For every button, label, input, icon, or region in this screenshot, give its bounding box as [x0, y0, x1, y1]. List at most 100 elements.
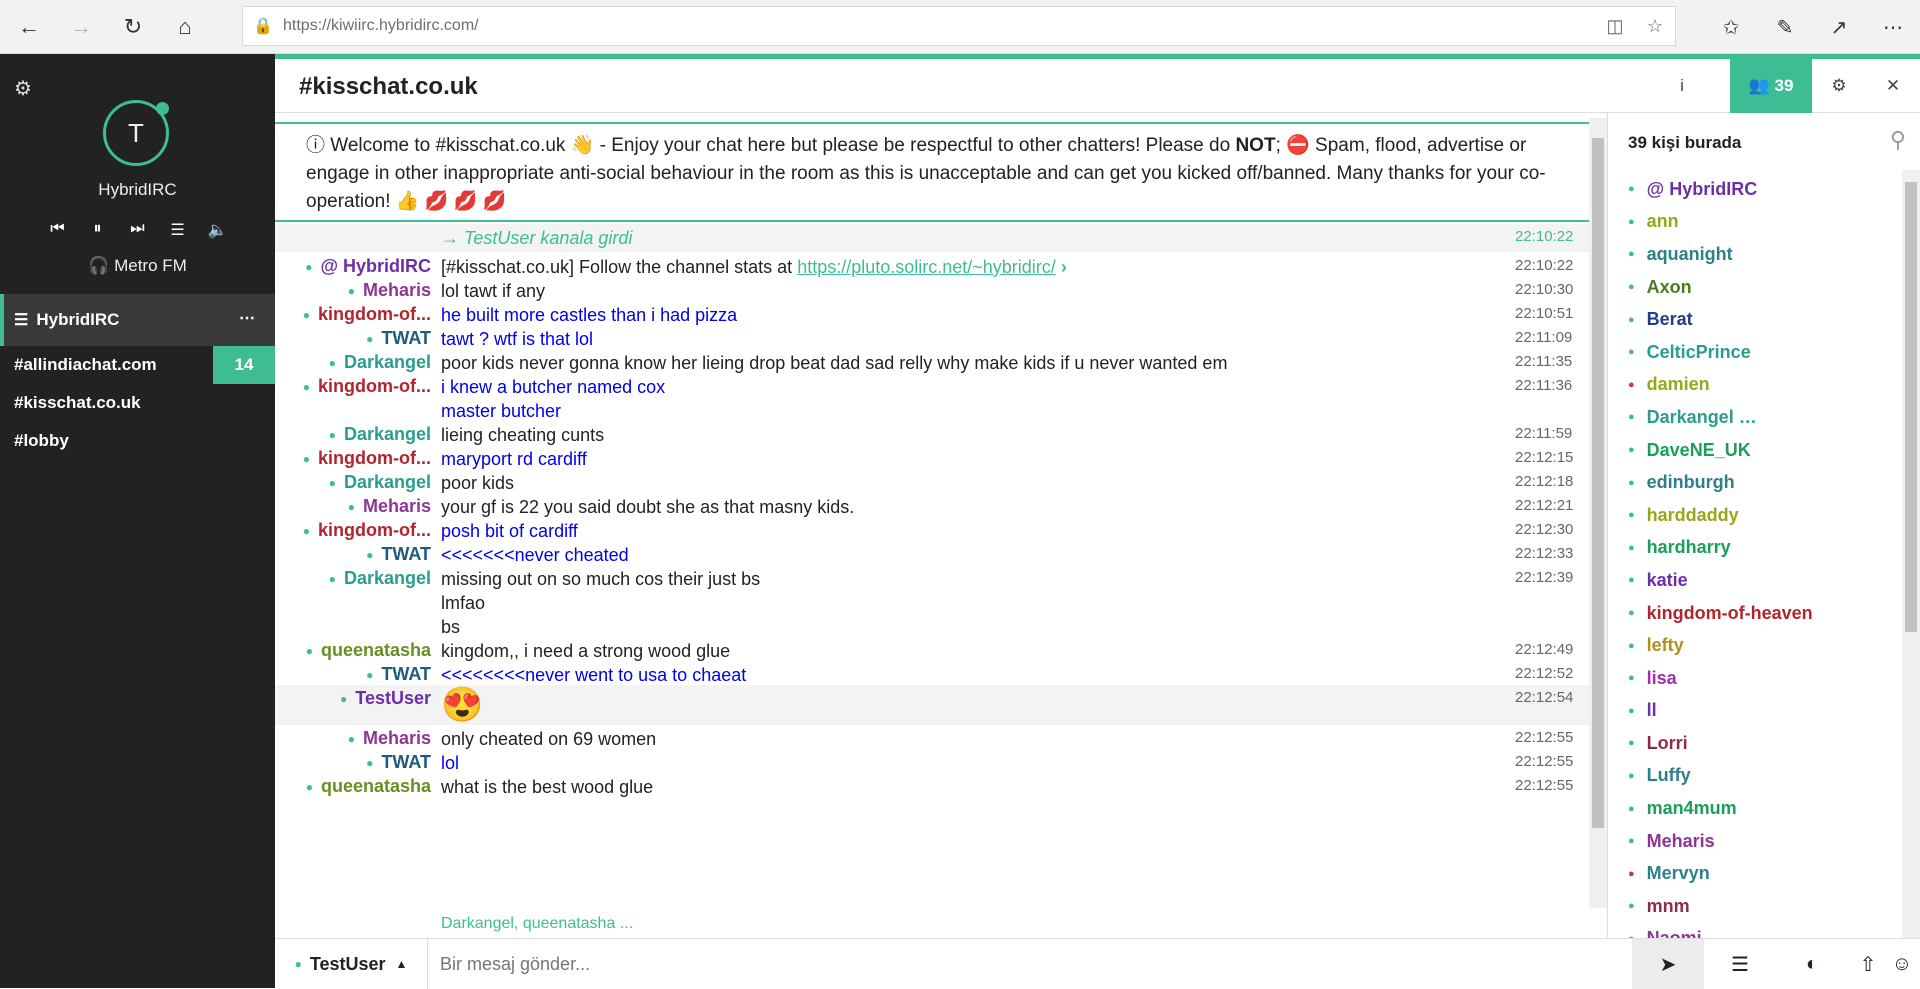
message-nick[interactable]: ● queenatasha: [275, 776, 431, 797]
channel-item-allindiachat[interactable]: #allindiachat.com 14: [0, 346, 275, 384]
playlist-icon[interactable]: ☰: [167, 220, 189, 240]
message-nick[interactable]: ● TWAT: [275, 664, 431, 685]
user-list-item[interactable]: ● Luffy: [1608, 760, 1908, 793]
message-nick[interactable]: ● Darkangel: [275, 472, 431, 493]
favorite-star-icon[interactable]: ☆: [1635, 16, 1675, 37]
favorites-icon[interactable]: ✩: [1704, 15, 1758, 40]
user-list-item[interactable]: ● hardharry: [1608, 532, 1908, 565]
message-nick[interactable]: ● TWAT: [275, 544, 431, 565]
channel-settings-gear-icon[interactable]: ⚙: [1812, 59, 1866, 113]
userlist-toggle-button[interactable]: 👥 39: [1730, 59, 1812, 113]
nick-status-dot: ●: [305, 780, 313, 795]
contrast-icon[interactable]: ◐: [1776, 939, 1848, 989]
send-icon[interactable]: ➤: [1632, 939, 1704, 989]
address-bar[interactable]: 🔒 https://kiwiirc.hybridirc.com/ ◫ ☆: [242, 6, 1676, 46]
message-scrollbar[interactable]: [1589, 118, 1607, 908]
user-list-item[interactable]: ● Axon: [1608, 271, 1908, 304]
user-status-dot: ●: [1628, 509, 1635, 522]
message-nick[interactable]: ● Darkangel: [275, 568, 431, 589]
network-row[interactable]: ☰ HybridIRC ⋯: [0, 294, 275, 346]
message-nick[interactable]: ● kingdom-of...: [275, 304, 431, 325]
message-nick[interactable]: ● TWAT: [275, 328, 431, 349]
menu-icon[interactable]: ☰: [1704, 939, 1776, 989]
user-list-item[interactable]: ● harddaddy: [1608, 499, 1908, 532]
back-icon[interactable]: ←: [6, 4, 52, 50]
topic-text-bold: NOT: [1235, 135, 1276, 156]
lock-icon: 🔒: [253, 18, 273, 35]
channel-item-kisschat[interactable]: #kisschat.co.uk: [0, 384, 275, 422]
message-nick[interactable]: ● TestUser: [275, 688, 431, 709]
user-status-dot: ●: [1628, 541, 1635, 554]
message-nick[interactable]: ● queenatasha: [275, 640, 431, 661]
message-input[interactable]: [440, 951, 1340, 977]
user-list-item[interactable]: ● katie: [1608, 564, 1908, 597]
message-nick[interactable]: ● Meharis: [275, 728, 431, 749]
message-nick[interactable]: ● Darkangel: [275, 424, 431, 445]
user-list-item[interactable]: ● Lorri: [1608, 727, 1908, 760]
message-text-content: what is the best wood glue: [441, 777, 654, 797]
message-nick[interactable]: ● Darkangel: [275, 352, 431, 373]
nick-status-dot: ●: [305, 260, 313, 275]
scrollbar-thumb[interactable]: [1592, 138, 1604, 828]
pen-icon[interactable]: ✎: [1758, 15, 1812, 40]
user-list-item[interactable]: ● DaveNE_UK: [1608, 434, 1908, 467]
user-list-item[interactable]: ● @ HybridIRC: [1608, 173, 1908, 206]
message-nick[interactable]: ● kingdom-of...: [275, 448, 431, 469]
user-list-item[interactable]: ● Mervyn: [1608, 857, 1908, 890]
nick-selector[interactable]: ● TestUser ▲: [275, 939, 428, 989]
message-link[interactable]: https://pluto.solirc.net/~hybridirc/: [797, 257, 1056, 277]
message-nick[interactable]: ● TWAT: [275, 752, 431, 773]
user-list-item[interactable]: ● lefty: [1608, 629, 1908, 662]
user-list-item[interactable]: ● Darkangel …: [1608, 401, 1908, 434]
user-name: DaveNE_UK: [1646, 439, 1751, 460]
message-row: ● kingdom-of... i knew a butcher named cox…: [275, 373, 1589, 397]
message-text-content: posh bit of cardiff: [441, 521, 578, 541]
home-icon[interactable]: ⌂: [162, 4, 208, 50]
current-nick: TestUser: [309, 953, 386, 974]
settings-gear-icon[interactable]: ⚙: [14, 76, 32, 101]
message-nick[interactable]: ● Meharis: [275, 496, 431, 517]
upload-icon[interactable]: ⇧: [1848, 939, 1888, 989]
next-track-icon[interactable]: ⏭: [127, 220, 149, 240]
user-list-item[interactable]: ● Meharis: [1608, 825, 1908, 858]
user-list-item[interactable]: ● aquanight: [1608, 238, 1908, 271]
user-list-item[interactable]: ● edinburgh: [1608, 466, 1908, 499]
message-nick[interactable]: ● Meharis: [275, 280, 431, 301]
volume-icon[interactable]: 🔈: [207, 220, 229, 240]
avatar-letter: T: [128, 117, 144, 148]
reading-view-icon[interactable]: ◫: [1595, 16, 1635, 37]
link-preview-chevron-icon[interactable]: ›: [1056, 257, 1067, 277]
user-list-item[interactable]: ● damien: [1608, 369, 1908, 402]
network-options-icon[interactable]: ⋯: [239, 308, 255, 328]
previous-track-icon[interactable]: ⏮: [47, 220, 69, 240]
user-list-item[interactable]: ● CelticPrince: [1608, 336, 1908, 369]
message-nick[interactable]: ● kingdom-of...: [275, 376, 431, 397]
userlist-scrollbar[interactable]: [1902, 170, 1920, 938]
user-list-item[interactable]: ● mnm: [1608, 890, 1908, 923]
emoji-icon[interactable]: ☺: [1884, 939, 1920, 989]
message-text-content: i knew a butcher named cox: [441, 377, 666, 397]
url-text[interactable]: https://kiwiirc.hybridirc.com/: [283, 17, 1595, 35]
more-icon[interactable]: ⋯: [1866, 15, 1920, 40]
message-nick[interactable]: ● @ HybridIRC: [275, 256, 431, 277]
refresh-icon[interactable]: ↻: [110, 4, 156, 50]
forward-icon[interactable]: →: [58, 4, 104, 50]
user-list-item[interactable]: ● kingdom-of-heaven: [1608, 597, 1908, 630]
user-list-item[interactable]: ● ann: [1608, 206, 1908, 239]
close-icon[interactable]: ✕: [1866, 59, 1920, 113]
search-icon[interactable]: ⚲: [1890, 127, 1906, 153]
channel-item-lobby[interactable]: #lobby: [0, 422, 275, 460]
radio-station[interactable]: 🎧 Metro FM: [0, 256, 275, 276]
user-list-item[interactable]: ● Berat: [1608, 303, 1908, 336]
message-text-content: <<<<<<<<never went to usa to chaeat: [441, 665, 747, 685]
pause-icon[interactable]: ⏸: [87, 220, 109, 240]
channel-info-button[interactable]: i: [1662, 59, 1702, 113]
user-list-item[interactable]: ● ll: [1608, 695, 1908, 728]
nick-status-dot: ●: [340, 692, 348, 707]
scrollbar-thumb[interactable]: [1905, 182, 1917, 632]
user-list-item[interactable]: ● lisa: [1608, 662, 1908, 695]
share-icon[interactable]: ↗: [1812, 15, 1866, 40]
message-row: lmfao: [275, 589, 1589, 613]
message-nick[interactable]: ● kingdom-of...: [275, 520, 431, 541]
user-list-item[interactable]: ● man4mum: [1608, 792, 1908, 825]
